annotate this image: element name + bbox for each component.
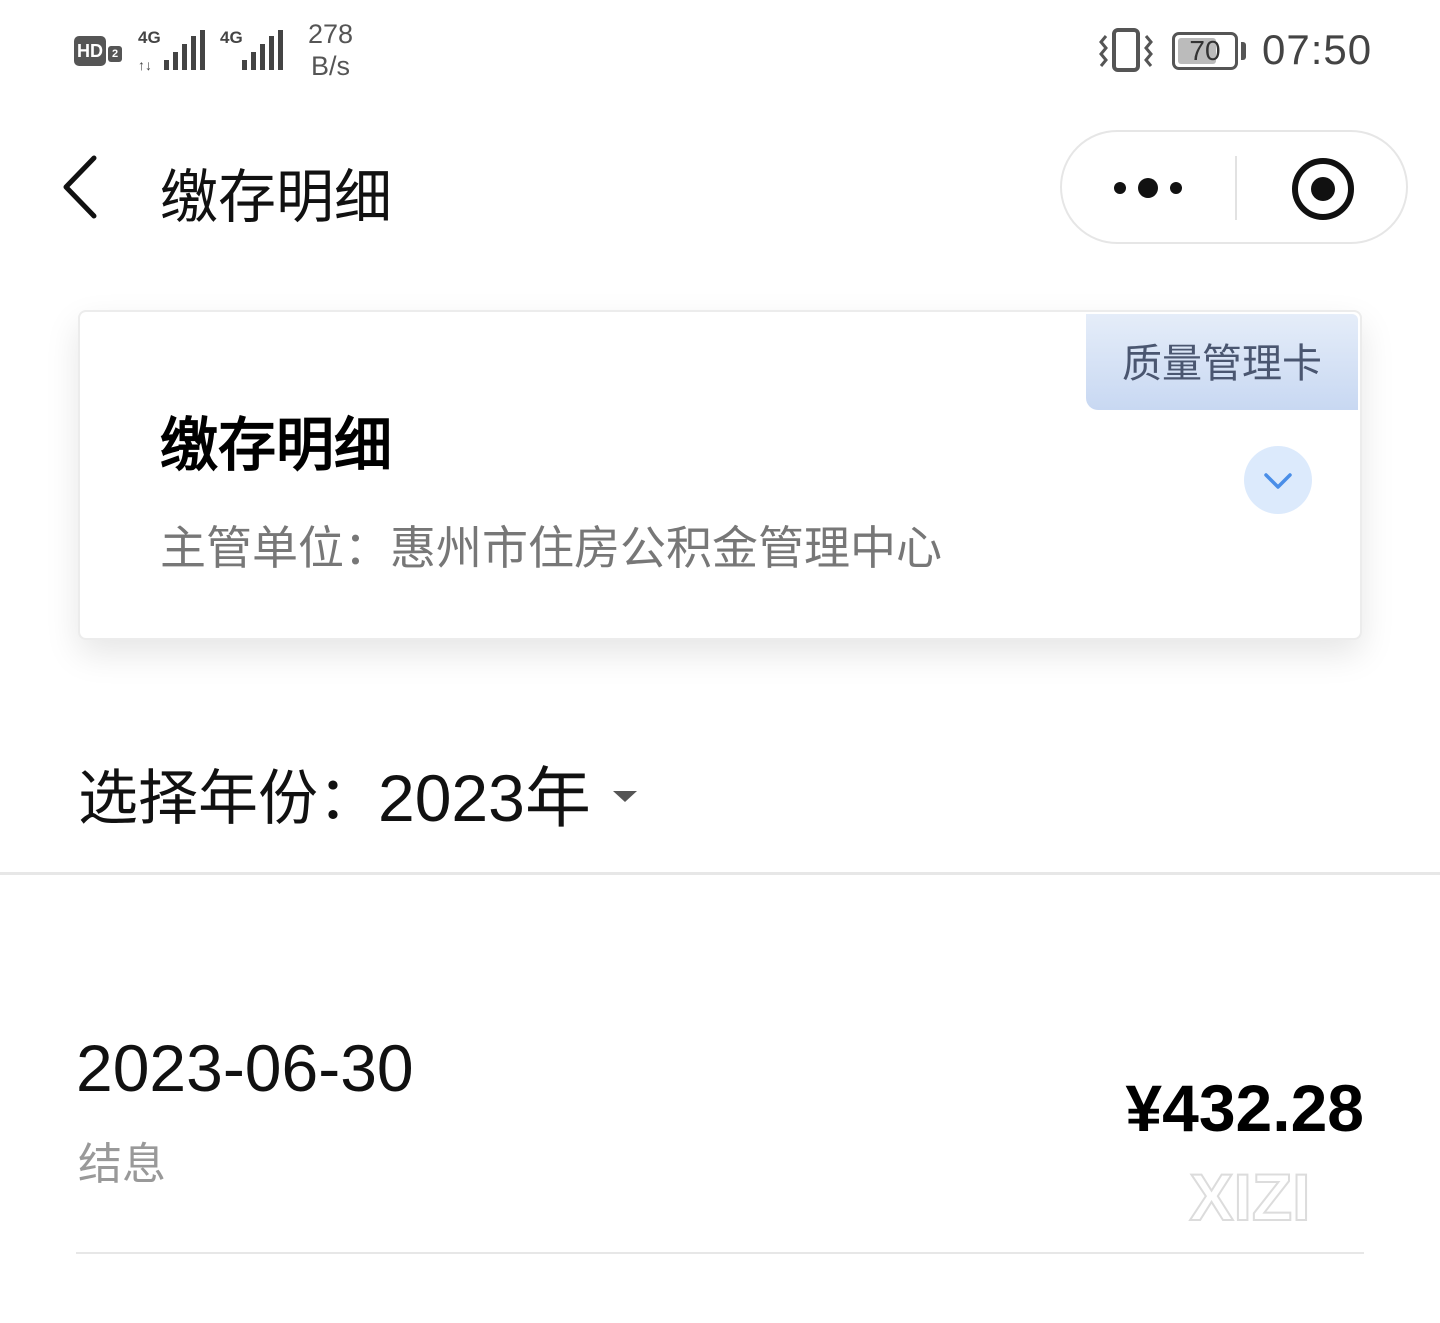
year-value: 2023年 — [378, 761, 591, 835]
hd-sub-badge: 2 — [108, 46, 122, 62]
network-speed-value: 278 — [308, 19, 354, 49]
row-divider — [76, 1252, 1364, 1254]
battery-level: 70 — [1189, 35, 1221, 66]
svg-text:↑↓: ↑↓ — [138, 57, 152, 72]
watermark-logo: XIZI — [1188, 1160, 1311, 1232]
authority-line: 主管单位：惠州市住房公积金管理中心 — [160, 512, 942, 578]
page-title: 缴存明细 — [160, 165, 393, 230]
record-type: 结息 — [78, 1140, 166, 1189]
caret-down-icon — [612, 790, 637, 802]
close-mini-program-button[interactable] — [1290, 156, 1356, 222]
authority-label: 主管单位： — [160, 522, 390, 574]
year-label: 选择年份： — [78, 764, 378, 832]
network-speed: 278 B/s — [308, 18, 353, 82]
target-close-icon — [1292, 158, 1354, 220]
battery-icon: 70 — [1172, 32, 1238, 70]
card-title: 缴存明细 — [160, 413, 393, 478]
network-speed-unit: B/s — [311, 51, 351, 81]
status-bar: HD 2 4G ↑↓ 4G 278 B/s 70 07:50 — [0, 0, 1440, 104]
signal-icon: ↑↓ — [138, 30, 205, 72]
chevron-down-icon — [1264, 473, 1292, 489]
hd-icon: HD — [74, 36, 106, 66]
record-amount: ¥432.28 — [1125, 1071, 1364, 1145]
vibrate-icon — [1099, 28, 1153, 72]
card-tag: 质量管理卡 — [1086, 314, 1358, 410]
more-dots-icon — [1114, 178, 1182, 198]
capsule-divider — [1235, 156, 1237, 220]
year-selector[interactable]: 选择年份： 2023年 — [78, 748, 637, 838]
section-divider — [0, 872, 1440, 875]
record-date: 2023-06-30 — [76, 1031, 414, 1105]
authority-value: 惠州市住房公积金管理中心 — [390, 522, 942, 574]
clock: 07:50 — [1262, 26, 1373, 73]
fund-card: 质量管理卡 缴存明细 主管单位：惠州市住房公积金管理中心 — [78, 310, 1362, 640]
chevron-left-icon — [63, 155, 97, 219]
signal-icon — [242, 30, 283, 70]
screen: HD 2 4G ↑↓ 4G 278 B/s 70 07:50 缴存明细 质量管理… — [0, 0, 1440, 1323]
battery-nub — [1241, 42, 1246, 60]
more-button[interactable] — [1106, 160, 1196, 216]
svg-text:XIZI: XIZI — [1189, 1160, 1310, 1232]
expand-button[interactable] — [1244, 446, 1312, 514]
back-button[interactable] — [56, 152, 110, 222]
mini-program-capsule — [1060, 130, 1408, 244]
